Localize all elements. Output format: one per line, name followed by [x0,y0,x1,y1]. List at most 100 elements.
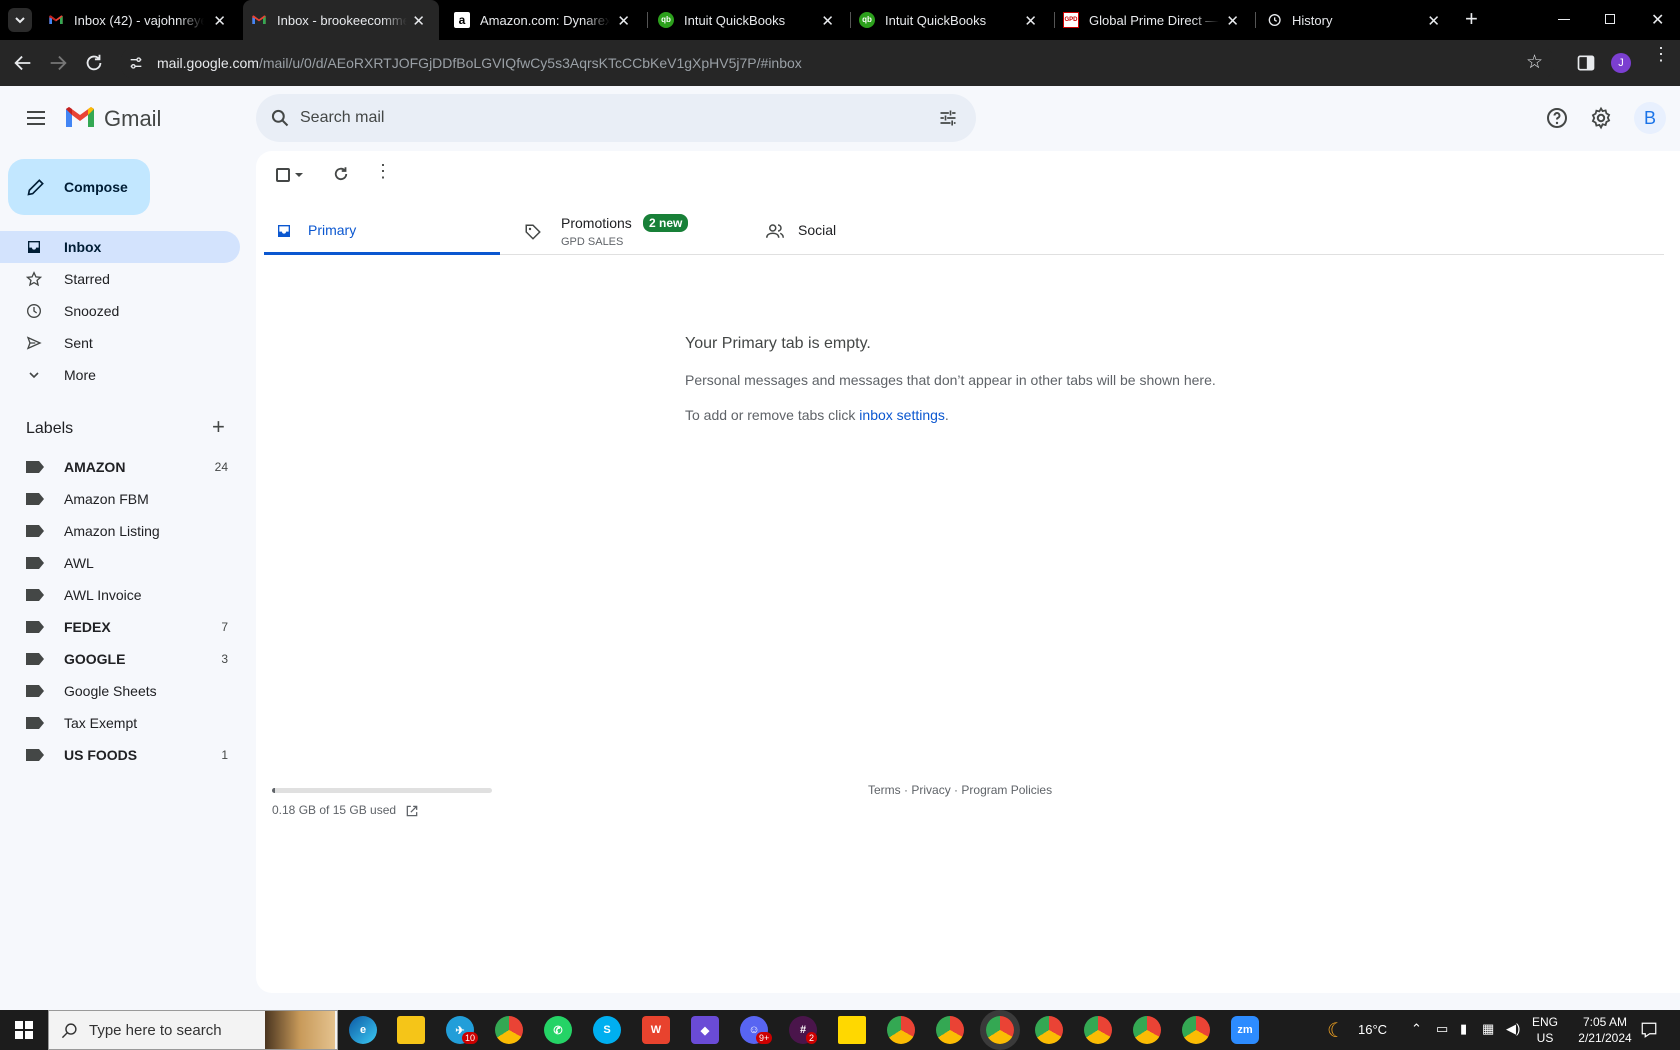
system-clock[interactable]: 7:05 AM 2/21/2024 [1574,1014,1636,1046]
label-item[interactable]: US FOODS 1 [0,739,240,771]
label-item[interactable]: AWL Invoice [0,579,240,611]
browser-tab-active[interactable]: Inbox - brookeecommerce ✕ [243,0,439,40]
help-icon[interactable] [1545,106,1569,130]
chrome-profile-icon[interactable] [1084,1016,1112,1044]
gmail-logo-icon[interactable] [64,104,96,130]
program-policies-link[interactable]: Program Policies [961,783,1052,797]
label-item[interactable]: Google Sheets [0,675,240,707]
search-input[interactable] [300,94,900,142]
pdf-editor-icon[interactable]: W [642,1016,670,1044]
side-panel-icon[interactable] [1576,53,1596,73]
close-icon[interactable]: ✕ [1226,12,1239,30]
windows-start-icon[interactable] [15,1021,33,1039]
privacy-link[interactable]: Privacy [911,783,950,797]
forward-icon[interactable] [47,52,69,74]
quickbooks-icon: qb [658,12,674,28]
terms-link[interactable]: Terms [868,783,901,797]
microphone-icon[interactable]: ▮ [1460,1021,1467,1037]
inbox-settings-link[interactable]: inbox settings [859,407,945,423]
label-item[interactable]: Tax Exempt [0,707,240,739]
address-bar[interactable]: mail.google.com/mail/u/0/d/AEoRXRTJOFGjD… [120,46,1555,80]
label-item[interactable]: FEDEX 7 [0,611,240,643]
select-dropdown-icon[interactable] [294,170,304,180]
sticky-notes-icon[interactable] [838,1016,866,1044]
back-icon[interactable] [12,52,34,74]
menu-dots-icon[interactable]: ⋮ [1652,45,1670,63]
close-icon[interactable]: ✕ [617,12,630,30]
compose-button[interactable]: Compose [8,159,150,215]
label-name: Amazon Listing [64,523,160,539]
hamburger-menu-icon[interactable] [24,106,48,130]
site-settings-icon[interactable] [128,55,144,71]
profile-avatar[interactable]: J [1611,53,1631,73]
nav-item-sent[interactable]: Sent [0,327,240,359]
nav-item-starred[interactable]: Starred [0,263,240,295]
browser-tab[interactable]: a Amazon.com: Dynarex 4 ✕ [444,0,644,40]
close-icon[interactable]: ✕ [1024,12,1037,30]
skype-icon[interactable]: S [593,1016,621,1044]
taskbar-search-box[interactable]: Type here to search [48,1010,338,1050]
tab-search-icon[interactable] [8,8,32,32]
account-avatar[interactable]: B [1634,102,1666,134]
chrome-icon[interactable] [495,1016,523,1044]
tab-primary[interactable]: Primary [264,206,500,255]
close-window-icon[interactable]: ✕ [1651,10,1664,30]
browser-tab[interactable]: History ✕ [1256,0,1454,40]
tab-social[interactable]: Social [754,206,990,255]
chrome-profile-icon[interactable] [936,1016,964,1044]
label-item[interactable]: Amazon Listing [0,515,240,547]
tab-promotions[interactable]: Promotions 2 new GPD SALES [500,206,736,255]
show-hidden-icons-icon[interactable]: ⌃ [1411,1021,1422,1037]
close-icon[interactable]: ✕ [412,12,425,30]
close-icon[interactable]: ✕ [821,12,834,30]
chrome-profile-icon[interactable] [1133,1016,1161,1044]
network-icon[interactable]: ▦ [1482,1021,1494,1037]
open-external-icon[interactable] [405,804,419,818]
label-item[interactable]: Amazon FBM [0,483,240,515]
chrome-profile-icon[interactable] [1182,1016,1210,1044]
empty-state-hint: To add or remove tabs click inbox settin… [685,407,949,423]
nav-item-snoozed[interactable]: Snoozed [0,295,240,327]
restore-icon[interactable] [1605,14,1615,24]
add-label-icon[interactable]: + [212,414,225,440]
chrome-profile-icon[interactable] [887,1016,915,1044]
ide-icon[interactable]: ◆ [691,1016,719,1044]
settings-gear-icon[interactable] [1589,106,1613,130]
chrome-profile-active-icon[interactable] [986,1016,1014,1044]
search-bar[interactable] [256,94,976,142]
zoom-icon[interactable]: zm [1231,1016,1259,1044]
label-item[interactable]: GOOGLE 3 [0,643,240,675]
notifications-icon[interactable] [1640,1021,1658,1039]
camera-icon[interactable]: ▭ [1436,1021,1448,1037]
nav-item-inbox[interactable]: Inbox [0,231,240,263]
browser-tab[interactable]: GPD Global Prime Direct — M ✕ [1055,0,1253,40]
close-icon[interactable]: ✕ [1427,12,1440,30]
bookmark-star-icon[interactable]: ☆ [1526,51,1543,74]
label-item[interactable]: AWL [0,547,240,579]
label-count: 24 [214,460,228,474]
tab-title: Inbox (42) - vajohnreyesc [74,12,204,28]
browser-tab[interactable]: qb Intuit QuickBooks ✕ [851,0,1051,40]
new-tab-icon[interactable]: + [1465,8,1478,30]
more-options-icon[interactable]: ⋮ [374,161,392,182]
minimize-icon[interactable] [1558,19,1570,20]
browser-tab[interactable]: Inbox (42) - vajohnreyesc ✕ [40,0,240,40]
nav-item-more[interactable]: More [0,359,240,391]
refresh-icon[interactable] [332,165,350,183]
reload-icon[interactable] [83,52,105,74]
close-icon[interactable]: ✕ [213,12,226,30]
file-explorer-icon[interactable] [397,1016,425,1044]
weather-moon-icon[interactable]: ☾ [1327,1018,1345,1043]
chrome-profile-icon[interactable] [1035,1016,1063,1044]
label-item[interactable]: AMAZON 24 [0,451,240,483]
whatsapp-icon[interactable]: ✆ [544,1016,572,1044]
search-icon[interactable] [270,108,290,128]
language-indicator[interactable]: ENG US [1530,1014,1560,1046]
weather-temperature[interactable]: 16°C [1358,1022,1387,1038]
volume-icon[interactable]: ◀) [1506,1021,1520,1037]
select-all-checkbox[interactable] [276,168,290,182]
search-options-icon[interactable] [938,108,958,128]
browser-tab[interactable]: qb Intuit QuickBooks ✕ [648,0,848,40]
tab-title: Global Prime Direct — M [1089,12,1219,28]
edge-icon[interactable]: e [349,1016,377,1044]
